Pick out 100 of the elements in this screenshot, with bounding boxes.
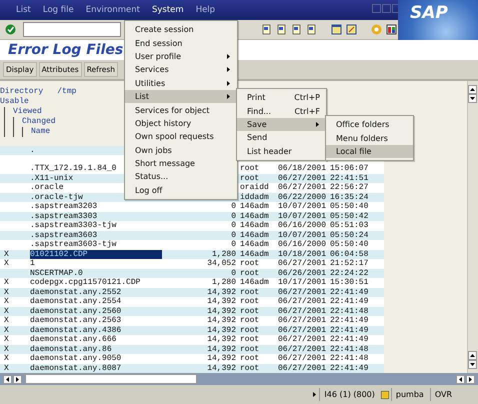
owner-cell: root [240, 174, 260, 182]
menu-item[interactable]: Send [237, 131, 326, 145]
owner-cell: root [240, 335, 260, 344]
menu-item[interactable]: Find... Ctrl+F [237, 104, 326, 118]
right-arrow-icon [315, 122, 320, 127]
file-name[interactable]: .sapstream3203 [30, 202, 162, 212]
menu-item[interactable]: Local file [326, 144, 413, 158]
command-field[interactable] [23, 22, 121, 37]
file-name[interactable]: 1 [30, 259, 162, 268]
menu-item[interactable]: Services for object [125, 103, 237, 117]
date-cell: 10/18/2001 [278, 250, 326, 258]
menu-bar-item[interactable]: System [150, 4, 186, 16]
owner-cell: root [240, 354, 260, 363]
menu-item[interactable]: List header [237, 144, 326, 158]
menu-item[interactable]: Short message [125, 156, 237, 170]
page-icon[interactable] [306, 24, 317, 35]
file-name[interactable]: daemonstat.any.9050 [30, 354, 162, 364]
date-cell: 06/27/2001 [278, 316, 326, 325]
size-cell: 1,280 [212, 250, 236, 258]
time-cell: 22:41:49 [330, 316, 368, 325]
file-name[interactable]: daemonstat.any.2554 [30, 297, 162, 306]
layout-icon[interactable] [386, 24, 397, 35]
time-cell: 22:41:48 [330, 306, 368, 316]
date-cell: 06/27/2001 [278, 354, 326, 363]
page-icon[interactable] [291, 24, 302, 35]
directory-path: /tmp [57, 87, 76, 97]
menu-bar-item[interactable]: Environment [84, 4, 142, 16]
file-name[interactable]: daemonstat.any.2560 [30, 306, 162, 316]
size-cell: 14,392 [207, 297, 236, 306]
owner-cell: root [240, 306, 260, 316]
menu-item[interactable]: Object history [125, 116, 237, 130]
size-cell: 0 [231, 202, 236, 211]
column-header: Viewed [13, 107, 42, 117]
right-arrow-icon [226, 67, 231, 72]
time-cell: 05:50:40 [330, 240, 368, 249]
right-arrow-icon [312, 392, 318, 397]
size-cell: 34,052 [207, 259, 236, 268]
file-name[interactable]: .sapstream3603 [30, 230, 162, 240]
menu-item[interactable]: Own jobs [125, 144, 237, 157]
menu-item[interactable]: Office folders [326, 118, 413, 132]
mark-cell: X [4, 306, 9, 316]
check-icon[interactable] [5, 24, 16, 35]
menu-item[interactable]: Services [125, 63, 237, 77]
menu-item[interactable]: Print Ctrl+P [237, 91, 326, 104]
date-cell: 10/07/2001 [278, 230, 326, 240]
time-cell: 22:24:22 [330, 268, 368, 278]
menu-item[interactable]: User profile [125, 50, 237, 64]
file-name[interactable]: daemonstat.any.86 [30, 344, 162, 354]
owner-cell: root [240, 268, 260, 278]
file-name[interactable]: daemonstat.any.666 [30, 335, 162, 344]
menu-item[interactable]: Create session [125, 23, 237, 36]
file-name[interactable]: daemonstat.any.2563 [30, 316, 162, 326]
date-cell: 06/27/2001 [278, 335, 326, 344]
file-name[interactable]: .sapstream3603-tjw [30, 240, 162, 250]
date-cell: 06/27/2001 [278, 297, 326, 306]
page-icon[interactable] [261, 24, 272, 35]
menu-item[interactable]: Status... [125, 170, 237, 184]
file-name[interactable]: daemonstat.any.8087 [30, 364, 162, 373]
mark-cell: X [4, 354, 9, 363]
file-name[interactable]: codepgx.cpg11570121.CDP [30, 278, 162, 288]
time-cell: 22:41:49 [330, 335, 368, 344]
file-name[interactable]: .sapstream3303 [30, 212, 162, 221]
owner-cell: root [240, 288, 260, 296]
menu-bar-item[interactable]: Log file [40, 4, 76, 16]
date-cell: 10/07/2001 [278, 202, 326, 211]
server-name: pumba [390, 388, 428, 401]
time-cell: 05:50:40 [330, 202, 368, 211]
menu-bar-item[interactable]: List [14, 4, 33, 16]
menu-item[interactable]: Own spool requests [125, 130, 237, 144]
page-icon[interactable] [276, 24, 287, 35]
size-cell: 14,392 [207, 335, 236, 344]
owner-cell: root [240, 164, 260, 173]
size-cell: 14,392 [207, 344, 236, 354]
file-name[interactable]: daemonstat.any.4386 [30, 326, 162, 335]
menu-item[interactable]: Log off [125, 184, 237, 198]
file-name[interactable]: NSCERTMAP.0 [30, 268, 162, 278]
time-cell: 22:41:49 [330, 364, 368, 372]
menu-item[interactable]: Utilities [125, 76, 237, 90]
window-icon[interactable] [346, 24, 357, 35]
owner-cell: 146adm [240, 230, 269, 240]
date-cell: 06/18/2001 [278, 164, 326, 173]
date-cell: 06/16/2000 [278, 221, 326, 230]
menu-item[interactable]: End session [125, 36, 237, 50]
menu-item[interactable]: Save [237, 118, 326, 132]
logo: SAP [398, 0, 478, 40]
size-cell: 0 [231, 240, 236, 249]
time-cell: 16:35:24 [330, 192, 368, 202]
size-cell: 0 [231, 268, 236, 278]
mark-cell: X [4, 364, 9, 372]
menu-item[interactable]: List [125, 90, 237, 104]
time-cell: 06:04:58 [330, 250, 368, 258]
menu-item[interactable]: Menu folders [326, 131, 413, 145]
file-name[interactable]: daemonstat.any.2552 [30, 288, 162, 297]
window-icon[interactable] [331, 24, 342, 35]
horizontal-scrollbar[interactable] [0, 373, 478, 385]
date-cell: 06/27/2001 [278, 288, 326, 296]
date-cell: 06/27/2001 [278, 259, 326, 268]
menu-bar-item[interactable]: Help [194, 4, 218, 16]
file-name[interactable]: .sapstream3303-tjw [30, 221, 162, 230]
vertical-scrollbar[interactable] [467, 81, 478, 373]
